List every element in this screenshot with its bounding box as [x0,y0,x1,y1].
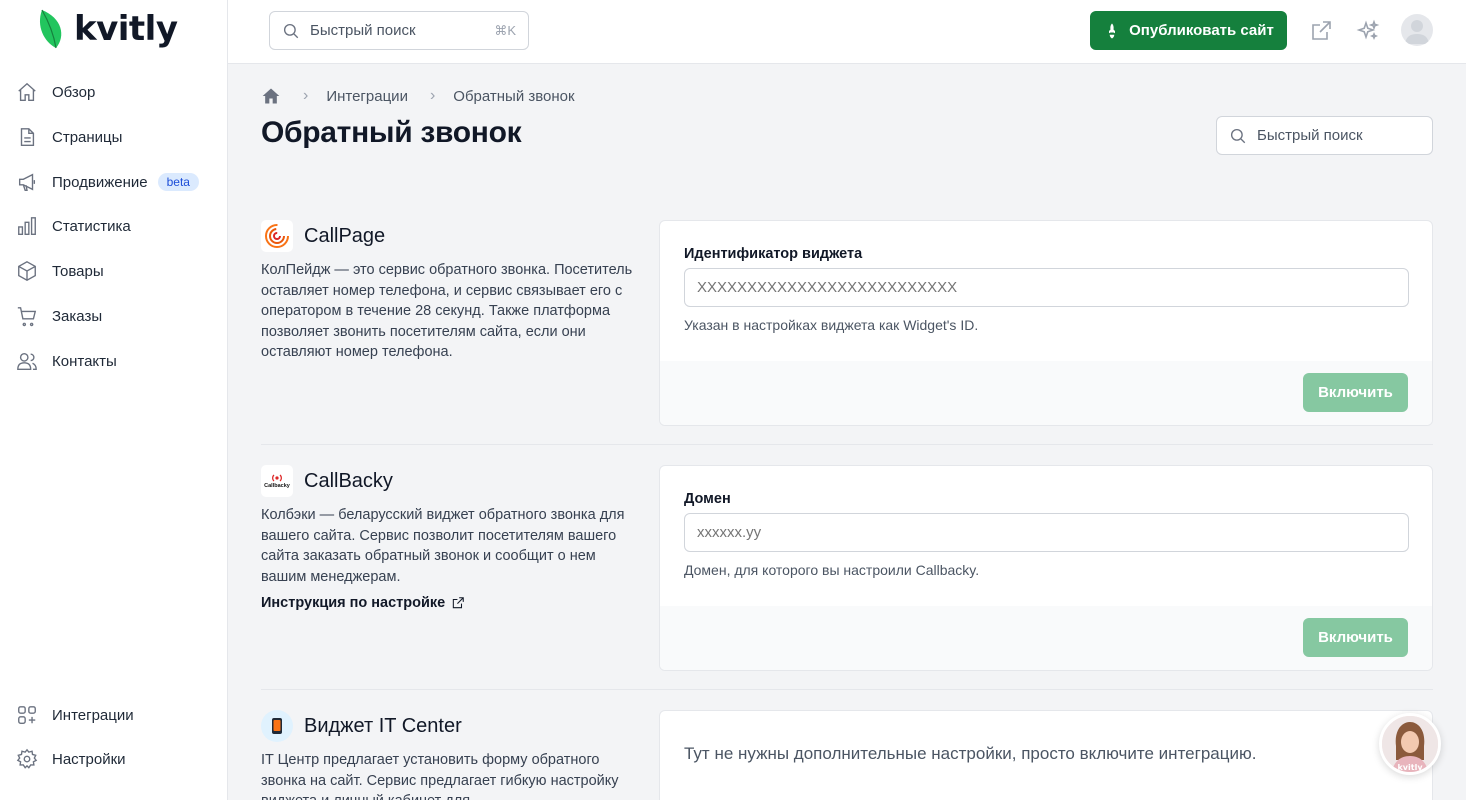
search-placeholder: Быстрый поиск [310,22,416,39]
sidebar-item-pages[interactable]: Страницы [16,123,122,151]
search-icon [283,23,299,38]
sidebar-item-orders[interactable]: Заказы [16,302,102,330]
sidebar-item-label: Обзор [52,83,96,101]
sidebar-item-promotion[interactable]: Продвижение beta [16,168,199,196]
sidebar-item-label: Контакты [52,352,117,370]
document-icon [20,128,35,146]
integration-settings-card: Тут не нужны дополнительные настройки, п… [659,710,1433,800]
it-center-logo-icon [261,710,293,742]
field-hint: Указан в настройках виджета как Widget's… [684,317,979,333]
sidebar-item-label: Товары [52,262,104,280]
integration-title: Виджет IT Center [304,714,462,737]
page-search-input[interactable]: Быстрый поиск [1216,116,1433,155]
no-settings-note: Тут не нужны дополнительные настройки, п… [684,744,1257,763]
svg-text:kvitly: kvitly [1397,763,1423,772]
topbar: Быстрый поиск ⌘K Опубликовать сайт [228,0,1466,64]
integration-info: CallPage КолПейдж — это сервис обратного… [261,220,641,363]
setup-guide-label: Инструкция по настройке [261,595,446,611]
page-title: Обратный звонок [261,116,522,149]
setup-guide-link[interactable]: Инструкция по настройке [261,595,465,611]
search-icon [1230,128,1246,143]
chevron-right-icon: › [303,87,309,104]
callbacky-logo-icon: Callbacky [261,465,293,497]
grid-plus-icon [18,706,36,724]
beta-badge: beta [157,173,199,191]
sidebar: kvitly Обзор Страницы Продвижение beta С… [0,0,228,800]
open-site-button[interactable] [1308,18,1334,44]
field-hint: Домен, для которого вы настроили Callbac… [684,562,980,578]
callpage-logo-icon [261,220,293,252]
external-link-icon [1312,21,1331,40]
external-link-icon [453,597,465,609]
field-label: Идентификатор виджета [684,246,863,262]
enable-button[interactable]: Включить [1303,373,1408,412]
sidebar-item-label: Заказы [52,307,103,325]
top-search-input[interactable]: Быстрый поиск ⌘K [269,11,529,50]
megaphone-icon [18,173,36,191]
user-icon [1405,20,1429,44]
widget-id-input[interactable] [684,268,1409,307]
search-placeholder: Быстрый поиск [1257,127,1363,144]
integration-title: CallBacky [304,469,393,492]
user-avatar[interactable] [1401,14,1433,46]
enable-button[interactable]: Включить [1303,618,1408,657]
leaf-logo-icon [39,9,62,49]
integration-settings-card: Идентификатор виджета Указан в настройка… [659,220,1433,426]
sidebar-item-label: Продвижение [52,173,148,191]
sidebar-item-overview[interactable]: Обзор [16,78,95,106]
integration-description: КолПейдж — это сервис обратного звонка. … [261,262,633,360]
sidebar-item-statistics[interactable]: Статистика [16,212,131,240]
cube-icon [18,261,36,281]
gear-icon [16,748,38,769]
integration-settings-card: Домен Домен, для которого вы настроили C… [659,465,1433,671]
sidebar-item-label: Статистика [52,217,131,235]
section-divider [261,444,1433,445]
bar-chart-icon [18,217,36,235]
sidebar-item-products[interactable]: Товары [16,257,104,285]
users-icon [17,352,37,370]
home-icon [18,82,36,101]
sidebar-item-label: Интеграции [52,706,134,724]
sidebar-item-integrations[interactable]: Интеграции [16,701,134,729]
cart-icon [17,307,37,327]
breadcrumb-integrations[interactable]: Интеграции [326,88,408,105]
integration-description: IT Центр предлагает установить форму обр… [261,752,619,800]
sidebar-item-label: Настройки [52,750,126,768]
sparkles-icon [1356,19,1380,41]
publish-site-button[interactable]: Опубликовать сайт [1090,11,1287,50]
integration-info: Callbacky CallBacky Колбэки — беларусски… [261,465,641,612]
section-divider [261,689,1433,690]
ai-assistant-button[interactable] [1355,18,1381,44]
integration-title: CallPage [304,224,386,247]
publish-icon [1109,23,1116,38]
logo[interactable]: kvitly [36,8,178,50]
sidebar-item-label: Страницы [52,128,123,146]
logo-wordmark: kvitly [74,9,178,49]
breadcrumb-current: Обратный звонок [453,87,575,105]
home-breadcrumb-icon[interactable] [261,86,281,106]
integration-description: Колбэки — беларусский виджет обратного з… [261,507,625,585]
search-shortcut: ⌘K [494,22,516,38]
breadcrumb: › Интеграции › Обратный звонок [261,86,575,106]
field-label: Домен [684,491,731,507]
sidebar-item-contacts[interactable]: Контакты [16,347,117,375]
publish-label: Опубликовать сайт [1129,22,1274,39]
support-chat-button[interactable]: kvitly [1379,713,1441,775]
support-avatar-icon: kvitly [1382,716,1438,772]
sidebar-item-settings[interactable]: Настройки [16,745,126,773]
domain-input[interactable] [684,513,1409,552]
integration-info: Виджет IT Center IT Центр предлагает уст… [261,710,641,800]
chevron-right-icon: › [429,87,436,104]
